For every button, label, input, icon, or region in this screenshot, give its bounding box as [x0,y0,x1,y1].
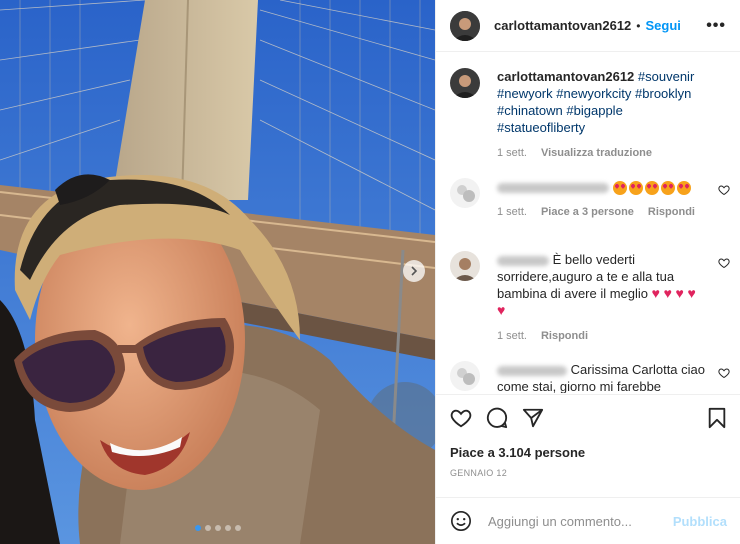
heart-eyes-emoji-icon [612,180,627,195]
red-heart-icon: ♥ [663,285,672,301]
author-avatar[interactable] [450,10,480,41]
avatar-image [450,10,480,41]
hashtag-link[interactable]: #souvenir [638,69,694,84]
heart-outline-icon [718,368,730,379]
bookmark-icon [708,407,726,429]
carousel-next-button[interactable] [403,260,425,282]
author-username[interactable]: carlottamantovan2612 [494,18,631,33]
carousel-dot [234,525,241,531]
carousel-dot [214,525,221,531]
hashtag-link[interactable]: #statueofliberty [497,120,585,135]
comment-item: 1 sett. Piace a 3 persone Rispondi [450,178,730,221]
add-comment-bar: Pubblica [436,497,740,544]
carousel-dot [204,525,211,531]
post-sidebar: carlottamantovan2612 • Segui ••• carlott… [435,0,740,544]
hashtag-link[interactable]: #newyork [497,86,553,101]
reply-link[interactable]: Rispondi [648,204,695,221]
post-date[interactable]: GENNAIO 12 [436,460,740,478]
comment-item: Carissima Carlotta ciao come stai, giorn… [450,361,730,393]
heart-icon [450,409,472,428]
hashtag-link[interactable]: #brooklyn [635,86,691,101]
carousel-dot [194,525,201,531]
chevron-right-icon [411,266,418,276]
heart-outline-icon [718,258,730,269]
comment-button[interactable] [486,407,508,429]
comment-time: 1 sett. [497,330,527,342]
reply-link[interactable]: Rispondi [541,328,588,345]
save-button[interactable] [707,407,727,429]
red-heart-icon: ♥ [651,285,660,301]
commenter-avatar[interactable] [450,251,480,281]
carousel-indicator [0,525,435,531]
share-button[interactable] [522,407,544,429]
like-button[interactable] [450,407,472,429]
follow-button[interactable]: Segui [645,18,680,33]
commenter-avatar[interactable] [450,178,480,208]
heart-eyes-emojis [612,179,693,195]
heart-eyes-emoji-icon [644,180,659,195]
emoji-button[interactable] [450,510,472,532]
red-heart-icon: ♥ [497,302,506,318]
smiley-icon [451,511,471,531]
caption-time: 1 sett. [497,147,527,159]
post-actions: Piace a 3.104 persone GENNAIO 12 [436,394,740,501]
hashtag-link[interactable]: #chinatown [497,103,563,118]
comment-time: 1 sett. [497,206,527,218]
caption-meta: 1 sett. Visualizza traduzione [497,145,707,162]
caption: carlottamantovan2612 #souvenir #newyork … [450,68,730,162]
blurred-username [497,255,549,266]
red-heart-icon: ♥ [687,285,696,301]
comment-icon [486,407,508,429]
comment-meta: 1 sett. Rispondi [497,328,707,345]
post-photo[interactable] [0,0,435,544]
commenter-avatar[interactable] [450,361,480,391]
likes-count[interactable]: Piace a 3.104 persone [436,429,740,460]
caption-avatar[interactable] [450,68,480,98]
comment-item: È bello vederti sorridere,auguro a te e … [450,251,730,345]
caption-username[interactable]: carlottamantovan2612 [497,69,634,84]
heart-eyes-emoji-icon [676,180,691,195]
more-options-button[interactable]: ••• [706,17,726,35]
like-comment-button[interactable] [718,184,730,199]
like-comment-button[interactable] [718,367,730,382]
blurred-username [497,182,609,193]
carousel-dot [224,525,231,531]
comment-input[interactable] [488,513,673,529]
avatar-image [450,361,480,391]
blurred-username [497,365,567,376]
comments-section[interactable]: carlottamantovan2612 #souvenir #newyork … [436,53,740,393]
hashtag-link[interactable]: #newyorkcity [556,86,631,101]
separator-bullet: • [636,18,641,33]
post-header: carlottamantovan2612 • Segui ••• [436,0,740,52]
translate-link[interactable]: Visualizza traduzione [541,145,652,162]
selfie-photo [0,0,435,544]
send-icon [522,408,544,428]
hashtag-link[interactable]: #bigapple [566,103,622,118]
avatar-image [450,68,480,98]
heart-eyes-emoji-icon [660,180,675,195]
comment-meta: 1 sett. Piace a 3 persone Rispondi [497,204,707,221]
heart-outline-icon [718,185,730,196]
avatar-image [450,178,480,208]
heart-eyes-emoji-icon [628,180,643,195]
avatar-image [450,251,480,281]
publish-button[interactable]: Pubblica [673,514,727,529]
like-comment-button[interactable] [718,257,730,272]
comment-likes-link[interactable]: Piace a 3 persone [541,204,634,221]
red-heart-icon: ♥ [675,285,684,301]
